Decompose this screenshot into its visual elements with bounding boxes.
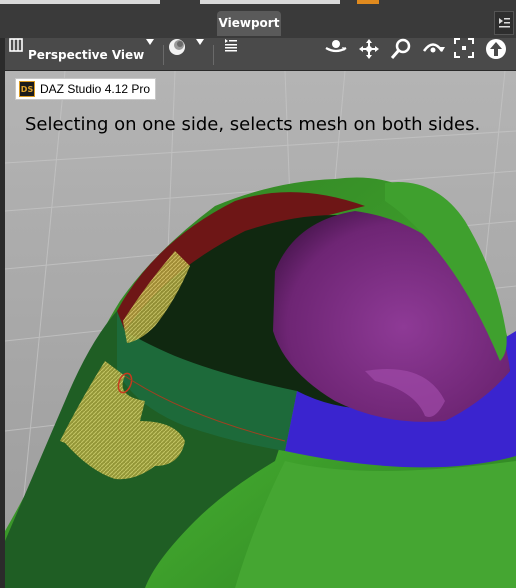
viewport-layout-button[interactable] — [9, 38, 25, 71]
home-view-button[interactable] — [485, 38, 509, 71]
orbit-camera-button[interactable] — [324, 38, 350, 71]
viewport-caption: Selecting on one side, selects mesh on b… — [25, 114, 481, 135]
list-menu-icon — [225, 39, 237, 52]
3d-viewport[interactable]: DS DAZ Studio 4.12 Pro Selecting on one … — [5, 71, 516, 588]
app-version-text: DAZ Studio 4.12 Pro — [40, 82, 151, 96]
rotate-camera-button[interactable] — [421, 38, 447, 71]
frame-selection-button[interactable] — [454, 38, 478, 71]
daz-logo-icon: DS — [19, 81, 35, 97]
shading-dropdown-button[interactable] — [195, 38, 209, 71]
view-selector[interactable]: Perspective View — [28, 38, 144, 71]
chevron-down-icon — [196, 39, 204, 45]
up-arrow-icon — [486, 39, 506, 59]
shading-sphere-icon — [169, 39, 185, 55]
toolbar-divider — [163, 45, 164, 65]
top-menu-strip-2 — [200, 0, 340, 4]
viewport-scene — [5, 71, 516, 588]
view-label: Perspective View — [28, 47, 145, 62]
orbit-icon — [325, 40, 347, 53]
shading-mode-button[interactable] — [168, 38, 188, 71]
view-dropdown-button[interactable] — [145, 38, 159, 71]
panel-options-icon — [499, 18, 510, 28]
app-version-badge: DS DAZ Studio 4.12 Pro — [15, 78, 157, 100]
zoom-icon — [390, 38, 411, 59]
toolbar-divider — [213, 45, 214, 65]
panel-options-button[interactable] — [494, 11, 514, 35]
pan-icon — [359, 39, 379, 59]
notification-mark — [357, 0, 379, 4]
tab-viewport[interactable]: Viewport — [217, 11, 281, 36]
rotate-icon — [422, 43, 445, 53]
viewport-layout-icon — [9, 38, 23, 52]
frame-icon — [454, 38, 474, 58]
mesh-front-green — [235, 461, 516, 588]
pan-camera-button[interactable] — [358, 38, 382, 71]
chevron-down-icon — [146, 39, 154, 45]
list-menu-button[interactable] — [224, 38, 240, 71]
zoom-camera-button[interactable] — [390, 38, 414, 71]
top-menu-strip — [0, 0, 160, 4]
viewport-toolbar: Perspective View — [5, 38, 516, 71]
